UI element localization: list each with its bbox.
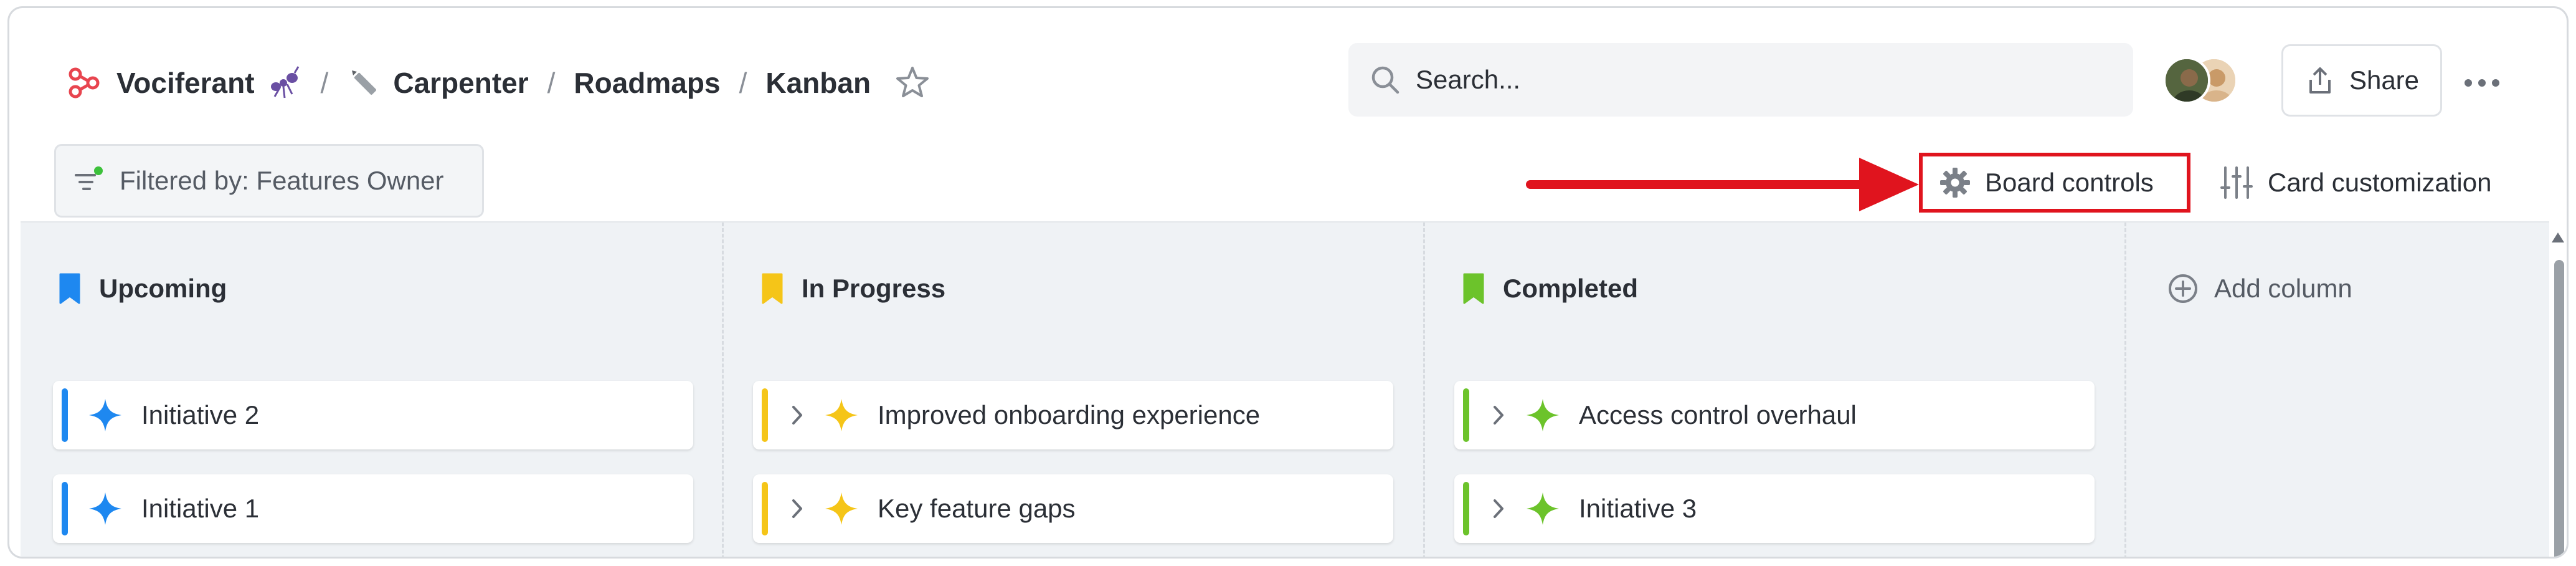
ant-emoji-icon bbox=[265, 64, 302, 102]
breadcrumb-current-page: Kanban bbox=[765, 67, 871, 99]
breadcrumb-roadmaps[interactable]: Roadmaps bbox=[574, 66, 720, 100]
card-status-bar bbox=[1463, 482, 1469, 535]
card-initiative[interactable]: Key feature gaps bbox=[753, 474, 1393, 543]
chevron-right-icon[interactable] bbox=[787, 496, 808, 521]
breadcrumb-workspace[interactable]: Vociferant bbox=[116, 66, 255, 100]
pencil-icon bbox=[347, 65, 382, 100]
share-button-label: Share bbox=[2349, 65, 2420, 95]
brand-logo-icon bbox=[65, 64, 103, 102]
more-options-icon[interactable] bbox=[2457, 64, 2507, 102]
bookmark-icon bbox=[760, 272, 784, 305]
card-initiative[interactable]: Improved onboarding experience bbox=[753, 381, 1393, 449]
card-customization-button[interactable]: Card customization bbox=[2220, 153, 2532, 213]
star-icon[interactable] bbox=[894, 65, 930, 101]
search-input[interactable] bbox=[1416, 65, 2101, 95]
column-divider bbox=[2124, 223, 2126, 557]
card-status-bar bbox=[62, 482, 68, 535]
chevron-right-icon[interactable] bbox=[1488, 403, 1509, 428]
search-icon bbox=[1370, 64, 1401, 95]
board-controls-button[interactable]: Board controls bbox=[1919, 153, 2190, 213]
plus-circle-icon bbox=[2167, 272, 2199, 305]
breadcrumb-project[interactable]: Carpenter bbox=[393, 66, 528, 100]
app-window: Vociferant / Carpenter / Roadmaps / Kanb… bbox=[7, 6, 2569, 559]
scroll-up-arrow-icon[interactable] bbox=[2549, 229, 2567, 247]
card-initiative[interactable]: Access control overhaul bbox=[1454, 381, 2095, 449]
card-status-bar bbox=[1463, 388, 1469, 442]
scrollbar-thumb[interactable] bbox=[2554, 260, 2564, 557]
card-initiative[interactable]: Initiative 2 bbox=[53, 381, 693, 449]
card-status-bar bbox=[762, 388, 768, 442]
card-title: Access control overhaul bbox=[1579, 400, 1857, 429]
column-header[interactable]: Upcoming bbox=[58, 270, 227, 307]
card-initiative[interactable]: Initiative 1 bbox=[53, 474, 693, 543]
avatar[interactable] bbox=[2163, 57, 2210, 104]
filter-label: Filtered by: Features Owner bbox=[120, 166, 444, 195]
chevron-right-icon[interactable] bbox=[1488, 496, 1509, 521]
column-in-progress: In Progress Improved onboarding experien… bbox=[723, 223, 1423, 557]
column-header[interactable]: Completed bbox=[1462, 270, 1638, 307]
initiative-sparkle-icon bbox=[88, 398, 123, 433]
annotation-arrow-icon bbox=[1526, 158, 1919, 211]
initiative-sparkle-icon bbox=[1525, 398, 1560, 433]
filter-icon bbox=[72, 164, 106, 198]
board-controls-label: Board controls bbox=[1985, 168, 2154, 197]
card-title: Improved onboarding experience bbox=[878, 400, 1261, 429]
column-title: Upcoming bbox=[99, 274, 227, 303]
kanban-board: Upcoming Initiative 2 Initiative 1 In Pr… bbox=[21, 221, 2564, 557]
filter-button[interactable]: Filtered by: Features Owner bbox=[54, 144, 484, 218]
breadcrumb-separator: / bbox=[739, 67, 747, 99]
card-title: Key feature gaps bbox=[878, 494, 1076, 523]
chevron-right-icon[interactable] bbox=[787, 403, 808, 428]
initiative-sparkle-icon bbox=[1525, 491, 1560, 526]
bookmark-icon bbox=[1462, 272, 1485, 305]
breadcrumb-separator: / bbox=[547, 67, 556, 99]
collaborator-avatars[interactable] bbox=[2163, 57, 2244, 107]
initiative-sparkle-icon bbox=[88, 491, 123, 526]
breadcrumb-separator: / bbox=[320, 67, 329, 99]
add-column-button[interactable]: Add column bbox=[2167, 270, 2352, 307]
initiative-sparkle-icon bbox=[824, 398, 859, 433]
column-completed: Completed Access control overhaul Initia… bbox=[1424, 223, 2124, 557]
share-icon bbox=[2304, 65, 2336, 96]
share-button[interactable]: Share bbox=[2281, 44, 2442, 117]
card-initiative[interactable]: Initiative 3 bbox=[1454, 474, 2095, 543]
column-upcoming: Upcoming Initiative 2 Initiative 1 bbox=[21, 223, 722, 557]
search-box[interactable] bbox=[1348, 43, 2133, 117]
card-title: Initiative 3 bbox=[1579, 494, 1697, 523]
card-title: Initiative 2 bbox=[141, 400, 260, 429]
card-status-bar bbox=[62, 388, 68, 442]
card-title: Initiative 1 bbox=[141, 494, 260, 523]
bookmark-icon bbox=[58, 272, 82, 305]
card-status-bar bbox=[762, 482, 768, 535]
column-title: In Progress bbox=[802, 274, 946, 303]
card-customization-label: Card customization bbox=[2268, 168, 2492, 197]
gear-icon bbox=[1939, 166, 1971, 199]
header: Vociferant / Carpenter / Roadmaps / Kanb… bbox=[9, 8, 2567, 220]
add-column-label: Add column bbox=[2214, 274, 2352, 303]
column-title: Completed bbox=[1503, 274, 1639, 303]
column-header[interactable]: In Progress bbox=[760, 270, 945, 307]
initiative-sparkle-icon bbox=[824, 491, 859, 526]
sliders-icon bbox=[2220, 165, 2253, 200]
breadcrumb: Vociferant / Carpenter / Roadmaps / Kanb… bbox=[65, 58, 930, 108]
